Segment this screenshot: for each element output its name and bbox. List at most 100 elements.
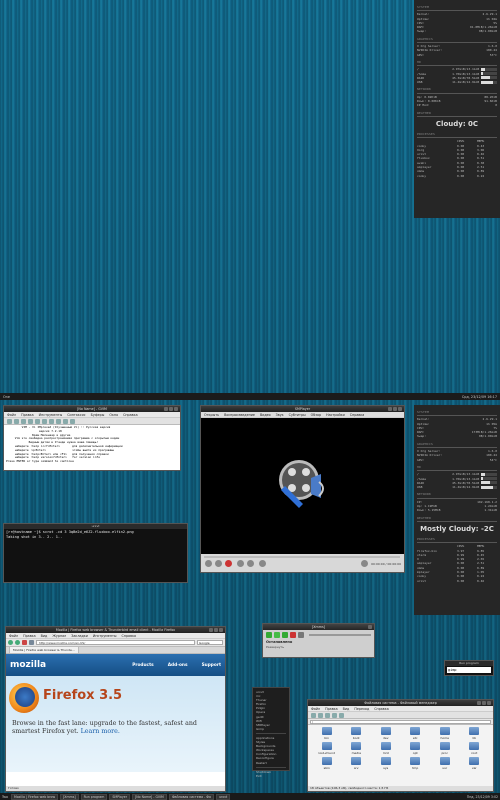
- menu-item[interactable]: Справка: [350, 412, 365, 417]
- minimize-icon[interactable]: [164, 407, 168, 411]
- menu-item[interactable]: Правка: [325, 706, 338, 711]
- rewind-icon[interactable]: [237, 560, 244, 567]
- undo-icon[interactable]: [28, 419, 33, 424]
- run-program-titlebar[interactable]: Run program: [445, 661, 493, 666]
- home-icon[interactable]: [29, 640, 34, 645]
- firefox-window[interactable]: Mozilla | Firefox web browser & Thunderb…: [5, 626, 226, 792]
- file-manager-window[interactable]: Файловая система - Файловый менеджер Фай…: [307, 699, 494, 792]
- folder-item[interactable]: root: [460, 742, 490, 755]
- taskbar-task[interactable]: [No Name] - GVIM: [132, 793, 167, 800]
- back-icon[interactable]: [8, 640, 13, 645]
- folder-item[interactable]: proc: [430, 742, 460, 755]
- forward-icon[interactable]: [325, 713, 330, 718]
- folder-item[interactable]: dev: [371, 727, 401, 740]
- menu-item[interactable]: Буферы: [91, 412, 105, 417]
- workspace-name[interactable]: Two: [2, 795, 8, 799]
- menu-item[interactable]: Видео: [260, 412, 271, 417]
- close-icon[interactable]: [487, 701, 491, 705]
- back-icon[interactable]: [318, 713, 323, 718]
- menu-item[interactable]: Субтитры: [289, 412, 306, 417]
- gvim-titlebar[interactable]: [No Name] - GVIM: [4, 406, 180, 412]
- progress-bar[interactable]: [309, 634, 371, 636]
- folder-item[interactable]: lib: [460, 727, 490, 740]
- copy-icon[interactable]: [49, 419, 54, 424]
- close-icon[interactable]: [398, 407, 402, 411]
- menu-item[interactable]: Открыть: [204, 412, 219, 417]
- menu-item[interactable]: Правка: [23, 633, 36, 638]
- forward-icon[interactable]: [247, 560, 254, 567]
- menu-item[interactable]: Файл: [311, 706, 320, 711]
- prev-icon[interactable]: [266, 632, 272, 638]
- taskbar-task[interactable]: Mozilla | Firefox web brow: [10, 793, 59, 800]
- taskbar-task[interactable]: urxvt: [215, 793, 231, 800]
- menu-item[interactable]: Синтаксис: [67, 412, 85, 417]
- open-icon[interactable]: [7, 419, 12, 424]
- menu-item[interactable]: Окно: [109, 412, 118, 417]
- fluxbox-menu-item[interactable]: Exit: [256, 774, 286, 778]
- firefox-titlebar[interactable]: Mozilla | Firefox web browser & Thunderb…: [6, 627, 225, 633]
- stop-icon[interactable]: [225, 560, 232, 567]
- menu-item[interactable]: Журнал: [52, 633, 66, 638]
- menu-item[interactable]: Файл: [7, 412, 16, 417]
- folder-item[interactable]: sys: [371, 757, 401, 770]
- path-field[interactable]: /: [310, 719, 491, 724]
- menu-item[interactable]: Инструменты: [93, 633, 117, 638]
- fluxbox-menu-item[interactable]: Gimp: [256, 727, 286, 731]
- smplayer-titlebar[interactable]: SMPlayer: [201, 406, 404, 412]
- tab-mozilla[interactable]: Mozilla | Firefox web browser & Thunde..…: [9, 646, 79, 653]
- nav-link-addons[interactable]: Add-ons: [168, 663, 188, 668]
- help-icon[interactable]: [70, 419, 75, 424]
- play-icon[interactable]: [274, 632, 280, 638]
- stop-icon[interactable]: [22, 640, 27, 645]
- maximize-icon[interactable]: [393, 407, 397, 411]
- xmms-window[interactable]: [Xmms] Остановлено Развернуть: [262, 623, 375, 658]
- menu-item[interactable]: Правка: [21, 412, 34, 417]
- close-icon[interactable]: [368, 625, 372, 629]
- play-icon[interactable]: [205, 560, 212, 567]
- new-folder-icon[interactable]: [311, 713, 316, 718]
- taskbar-task[interactable]: [Xmms]: [60, 793, 79, 800]
- smplayer-window[interactable]: SMPlayer Открыть Воспроизведение Видео Звук…: [200, 405, 405, 573]
- menu-item[interactable]: Воспроизведение: [224, 412, 255, 417]
- folder-item[interactable]: tmp: [401, 757, 431, 770]
- stop-icon[interactable]: [290, 632, 296, 638]
- folder-item[interactable]: media: [342, 742, 372, 755]
- expand-link[interactable]: Развернуть: [263, 645, 374, 649]
- taskbar-task[interactable]: SMPlayer: [109, 793, 131, 800]
- minimize-icon[interactable]: [209, 628, 213, 632]
- home-icon[interactable]: [339, 713, 344, 718]
- paste-icon[interactable]: [56, 419, 61, 424]
- terminal-output[interactable]: [rr@hostname ~]$ scrot -cd 3 3qBe2d_e6Z2…: [4, 529, 187, 541]
- folder-item[interactable]: opt: [401, 742, 431, 755]
- menu-item[interactable]: Справка: [123, 412, 138, 417]
- menu-item[interactable]: Справка: [374, 706, 389, 711]
- maximize-icon[interactable]: [214, 628, 218, 632]
- xmms-titlebar[interactable]: [Xmms]: [263, 624, 374, 630]
- redo-icon[interactable]: [35, 419, 40, 424]
- menu-item[interactable]: Настройки: [326, 412, 345, 417]
- close-icon[interactable]: [174, 407, 178, 411]
- up-icon[interactable]: [332, 713, 337, 718]
- workspace-name[interactable]: One: [3, 395, 10, 399]
- command-input[interactable]: gimp: [447, 667, 491, 673]
- nav-link-products[interactable]: Products: [132, 663, 154, 668]
- mozilla-logo[interactable]: mozilla: [10, 660, 118, 670]
- menu-item[interactable]: Вид: [343, 706, 350, 711]
- learn-more-link[interactable]: Learn more.: [81, 728, 120, 735]
- nav-link-support[interactable]: Support: [202, 663, 221, 668]
- folder-item[interactable]: sbin: [312, 757, 342, 770]
- menu-item[interactable]: Звук: [276, 412, 284, 417]
- video-area[interactable]: [201, 418, 404, 554]
- print-icon[interactable]: [21, 419, 26, 424]
- menu-item[interactable]: Закладки: [71, 633, 88, 638]
- seek-bar[interactable]: [204, 556, 400, 558]
- folder-item[interactable]: usr: [430, 757, 460, 770]
- menu-item[interactable]: Справка: [122, 633, 137, 638]
- folder-item[interactable]: etc: [401, 727, 431, 740]
- folder-item[interactable]: lost+found: [312, 742, 342, 755]
- cut-icon[interactable]: [42, 419, 47, 424]
- folder-item[interactable]: srv: [342, 757, 372, 770]
- save-icon[interactable]: [14, 419, 19, 424]
- folder-item[interactable]: home: [430, 727, 460, 740]
- folder-item[interactable]: boot: [342, 727, 372, 740]
